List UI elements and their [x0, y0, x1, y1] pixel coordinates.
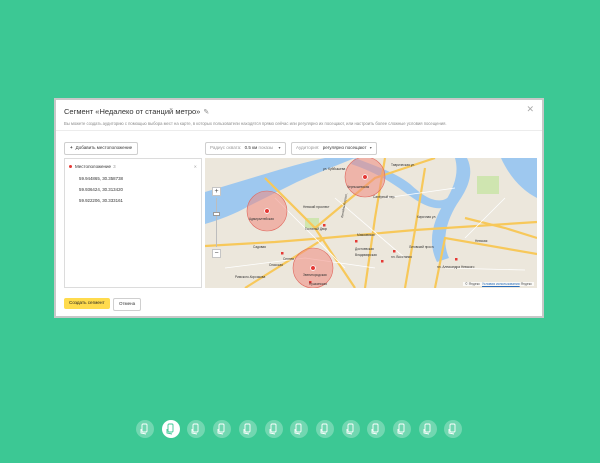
page-dot[interactable]: [264, 420, 283, 438]
page-dot[interactable]: [367, 420, 386, 438]
add-location-button[interactable]: + Добавить местоположение: [64, 142, 139, 155]
phone-hand-icon: [243, 423, 251, 435]
map-label: Достоевская: [355, 247, 374, 251]
phone-hand-icon: [166, 423, 174, 435]
map-logo: Яндекс: [520, 282, 532, 286]
marker-dot-icon: [69, 165, 72, 169]
radius-value: 0.5 км: [244, 145, 258, 150]
phone-hand-icon: [217, 423, 225, 435]
page-dot[interactable]: [187, 420, 206, 438]
phone-hand-icon: [397, 423, 405, 435]
map-canvas[interactable]: Чернышевская Адмиралтейская Невский прос…: [205, 158, 537, 288]
page-dot[interactable]: [315, 420, 334, 438]
phone-hand-icon: [448, 423, 456, 435]
phone-hand-icon: [269, 423, 276, 435]
location-header[interactable]: Местоположение 3: [69, 164, 116, 169]
map-label: Лиговский просп.: [409, 245, 434, 249]
water-ne: [501, 158, 537, 198]
map-label: Пушкинская: [309, 282, 327, 286]
location-marker[interactable]: [362, 174, 368, 180]
phone-hand-icon: [294, 423, 302, 435]
divider: [56, 130, 542, 131]
map-label: Адмиралтейская: [249, 217, 274, 221]
map-label: Спасская: [269, 263, 283, 267]
map-copyright: © Яндекс Условия использования Яндекс: [463, 282, 534, 286]
map-view[interactable]: Чернышевская Адмиралтейская Невский прос…: [205, 158, 537, 288]
map-label: Таврическая ул.: [391, 163, 415, 167]
audience-label: Аудитория:: [296, 145, 320, 150]
page-dot[interactable]: [136, 420, 154, 438]
plus-icon: +: [70, 145, 73, 150]
dialog-subtitle: Вы можете создать аудиторию с помощью вы…: [64, 121, 447, 126]
map-label: Кирочная ул.: [417, 215, 436, 219]
map-label: Владимирская: [355, 253, 377, 257]
chevron-down-icon: ▾: [369, 145, 372, 150]
location-header-label: Местоположение: [75, 164, 112, 169]
map-label: Невская: [475, 239, 488, 243]
map-label: Римского-Корсакова: [235, 275, 265, 279]
page-dot[interactable]: [161, 420, 180, 438]
location-marker[interactable]: [310, 265, 316, 271]
location-item[interactable]: 59.936424, 30.313420: [79, 187, 123, 192]
close-icon[interactable]: ✕: [526, 104, 534, 115]
remove-location-icon[interactable]: ✕: [194, 164, 197, 169]
zoom-track[interactable]: [216, 198, 217, 247]
terms-link[interactable]: Условия использования: [482, 282, 520, 286]
page-dot[interactable]: [213, 420, 232, 438]
zoom-slider-handle[interactable]: [213, 212, 220, 216]
map-label: пл. Александра Невского: [437, 265, 475, 269]
phone-hand-icon: [140, 423, 148, 435]
pencil-icon[interactable]: ✎: [203, 109, 209, 116]
location-list-panel: Местоположение 3 ✕ 59.944865, 30.358738 5…: [64, 158, 202, 288]
map-label: Гостиный Двор: [305, 227, 327, 231]
map-label: пл. Восстания: [391, 255, 412, 259]
page-dot[interactable]: [290, 420, 309, 438]
location-item[interactable]: 59.944865, 30.358738: [79, 176, 123, 181]
zoom-out-button[interactable]: −: [212, 249, 221, 258]
radius-select[interactable]: Радиус охвата: 0.5 км показы ▾: [205, 142, 286, 155]
audience-value: регулярно посещают: [322, 145, 367, 150]
location-marker[interactable]: [264, 208, 270, 214]
phone-hand-icon: [346, 423, 354, 435]
radius-unit: показы: [258, 145, 274, 150]
map-label: Сапёрный пер.: [373, 195, 395, 199]
zoom-in-button[interactable]: +: [212, 187, 221, 196]
cancel-button[interactable]: Отмена: [113, 298, 142, 311]
page-dot[interactable]: [341, 420, 360, 438]
map-label: Маяковская: [357, 233, 375, 237]
phone-hand-icon: [320, 423, 328, 435]
phone-hand-icon: [371, 423, 379, 435]
map-label: Звенигородская: [303, 273, 327, 277]
map-label: Сенная: [283, 257, 294, 261]
map-label: Чернышевская: [347, 185, 370, 189]
segment-dialog: ✕ Сегмент «Недалеко от станций метро» ✎ В…: [54, 98, 544, 318]
phone-hand-icon: [191, 423, 199, 435]
page-dot[interactable]: [393, 420, 411, 438]
phone-hand-icon: [423, 423, 431, 435]
add-location-label: Добавить местоположение: [75, 145, 133, 150]
dialog-title: Сегмент «Недалеко от станций метро» ✎: [64, 107, 209, 116]
map-label: Садовая: [253, 245, 266, 249]
page-dot[interactable]: [418, 420, 437, 438]
page-dot[interactable]: [238, 420, 257, 438]
map-label: Литейный просп.: [340, 193, 348, 218]
radius-label: Радиус охвата:: [210, 145, 242, 150]
location-item[interactable]: 59.922206, 30.333161: [79, 198, 123, 203]
audience-select[interactable]: Аудитория: регулярно посещают ▾: [291, 142, 377, 155]
map-label: ул. Куйбышева: [323, 167, 345, 171]
copyright-text: © Яндекс: [465, 282, 480, 286]
create-segment-button[interactable]: Создать сегмент: [64, 298, 110, 309]
dialog-title-text: Сегмент «Недалеко от станций метро»: [64, 107, 201, 116]
park: [477, 176, 499, 194]
page-dot[interactable]: [444, 420, 463, 438]
map-label: Невский проспект: [303, 205, 330, 209]
river-east: [431, 158, 471, 262]
location-count: 3: [113, 164, 116, 169]
chevron-down-icon: ▾: [278, 145, 281, 150]
